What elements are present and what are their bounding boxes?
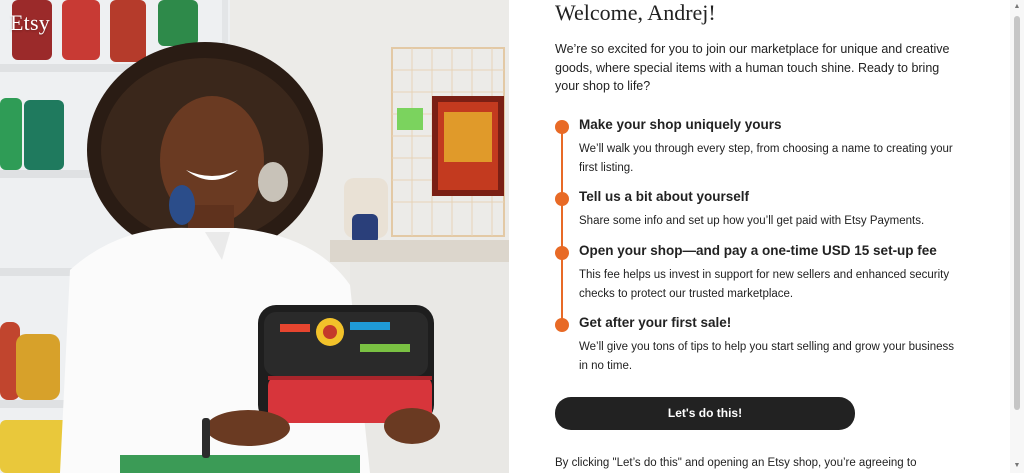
step-title: Open your shop—and pay a one-time USD 15… bbox=[579, 243, 937, 258]
step-title: Get after your first sale! bbox=[579, 315, 732, 330]
step-dot-icon bbox=[555, 192, 569, 206]
arrow-down-icon[interactable]: ▼ bbox=[1010, 461, 1024, 471]
step-title: Make your shop uniquely yours bbox=[579, 117, 782, 132]
welcome-panel: Welcome, Andrej! We’re so excited for yo… bbox=[509, 0, 1024, 473]
step-description: We’ll give you tons of tips to help you … bbox=[579, 341, 955, 372]
scrollbar-thumb[interactable] bbox=[1014, 16, 1020, 410]
etsy-logo: Etsy bbox=[10, 10, 50, 35]
step-description: This fee helps us invest in support for … bbox=[579, 269, 950, 300]
seller-photo bbox=[0, 0, 509, 473]
step-dot-icon bbox=[555, 318, 569, 332]
step-dot-icon bbox=[555, 246, 569, 260]
arrow-up-icon[interactable]: ▲ bbox=[1010, 2, 1024, 12]
step-description: Share some info and set up how you’ll ge… bbox=[579, 215, 925, 227]
terms-notice: By clicking "Let’s do this" and opening … bbox=[555, 457, 917, 469]
step-dot-icon bbox=[555, 120, 569, 134]
step-description: We’ll walk you through every step, from … bbox=[579, 143, 953, 174]
page: Etsy Welcome, Andrej! We’re so excited f… bbox=[0, 0, 1024, 473]
steps-timeline bbox=[561, 126, 563, 326]
welcome-intro: We’re so excited for you to join our mar… bbox=[555, 42, 950, 93]
vertical-scrollbar[interactable]: ▲ ▼ bbox=[1010, 0, 1024, 473]
hero-image: Etsy bbox=[0, 0, 509, 473]
lets-do-this-button[interactable]: Let's do this! bbox=[555, 397, 855, 430]
welcome-title: Welcome, Andrej! bbox=[555, 0, 716, 25]
step-title: Tell us a bit about yourself bbox=[579, 189, 750, 204]
